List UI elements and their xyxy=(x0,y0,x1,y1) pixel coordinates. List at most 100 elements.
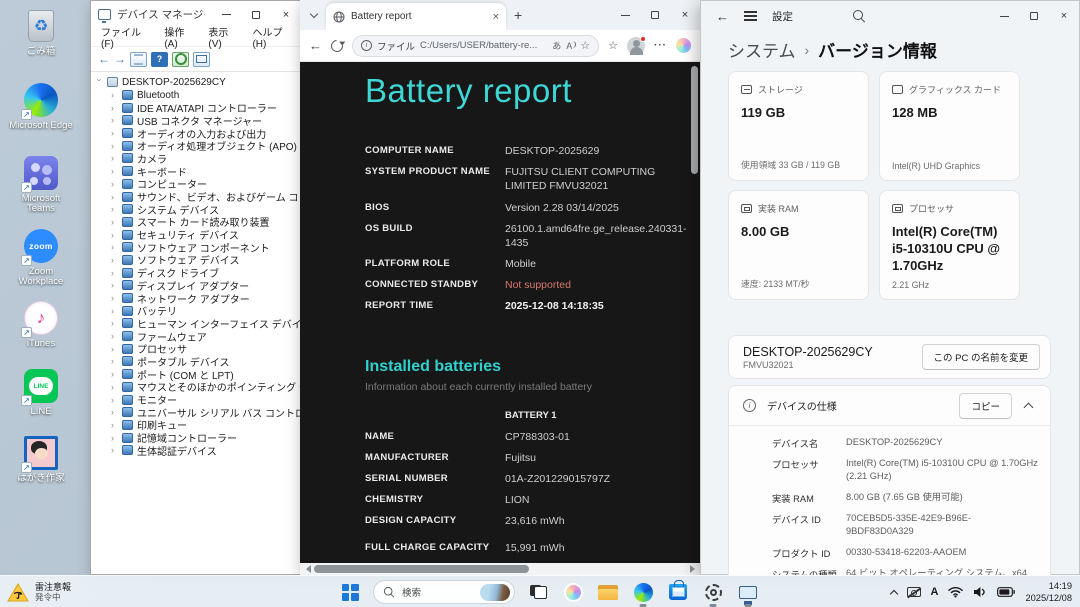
edge-button[interactable] xyxy=(631,580,655,604)
device-tree-item[interactable]: › コンピューター xyxy=(91,178,301,190)
chevron-collapsed-icon[interactable]: › xyxy=(111,115,118,125)
chevron-collapsed-icon[interactable]: › xyxy=(111,153,118,163)
scroll-left-icon[interactable] xyxy=(300,565,312,573)
device-tree-item[interactable]: › Bluetooth xyxy=(91,89,301,102)
chevron-collapsed-icon[interactable]: › xyxy=(111,128,118,138)
menu-help[interactable]: ヘルプ(H) xyxy=(247,22,301,52)
hidden-icons-chevron[interactable] xyxy=(889,589,898,598)
chevron-collapsed-icon[interactable]: › xyxy=(111,268,118,278)
browser-tab[interactable]: Battery report × xyxy=(326,3,506,30)
device-tree-item[interactable]: › セキュリティ デバイス xyxy=(91,228,301,241)
device-tree-item[interactable]: › システム デバイス xyxy=(91,203,301,216)
chevron-collapsed-icon[interactable]: › xyxy=(111,280,118,290)
menu-action[interactable]: 操作(A) xyxy=(159,22,202,52)
menu-file[interactable]: ファイル(F) xyxy=(96,22,158,52)
chevron-collapsed-icon[interactable]: › xyxy=(111,318,118,328)
scroll-right-icon[interactable] xyxy=(688,565,700,573)
device-tree-item[interactable]: › ディスク ドライブ xyxy=(91,266,301,279)
browser-menu-icon[interactable]: ··· xyxy=(654,40,667,51)
chevron-collapsed-icon[interactable]: › xyxy=(111,293,118,303)
device-tree-item[interactable]: › モニター xyxy=(91,393,301,406)
device-tree-item[interactable]: › カメラ xyxy=(91,152,301,165)
chevron-collapsed-icon[interactable]: › xyxy=(111,433,118,443)
vertical-scrollbar-thumb[interactable] xyxy=(691,66,698,174)
chevron-collapsed-icon[interactable]: › xyxy=(111,179,118,189)
chevron-up-icon[interactable] xyxy=(1023,402,1034,412)
volume-icon[interactable] xyxy=(973,586,987,598)
device-tree-item[interactable]: › サウンド、ビデオ、およびゲーム コントローラー xyxy=(91,190,301,203)
desktop-icon-photo-app[interactable]: ↗ はがき作家 xyxy=(8,435,74,484)
favorites-icon[interactable]: ☆ xyxy=(608,39,618,52)
back-icon[interactable]: ← xyxy=(309,38,322,53)
chevron-collapsed-icon[interactable]: › xyxy=(111,166,118,176)
desktop-icon-zoom[interactable]: zoom ↗ Zoom Workplace xyxy=(8,228,74,288)
task-view-button[interactable] xyxy=(526,580,550,604)
taskbar-search-box[interactable]: 検索 xyxy=(373,580,515,604)
close-button[interactable]: × xyxy=(1049,1,1079,31)
chevron-collapsed-icon[interactable]: › xyxy=(111,356,118,366)
device-specifications-header[interactable]: i デバイスの仕様 コピー xyxy=(729,386,1050,425)
back-icon[interactable]: ← xyxy=(716,9,729,24)
device-tree-item[interactable]: › プロセッサ xyxy=(91,342,301,355)
device-tree-item[interactable]: › オーディオの入力および出力 xyxy=(91,127,301,139)
microsoft-store-button[interactable] xyxy=(666,580,690,604)
translate-icon[interactable]: あ xyxy=(552,39,561,52)
chevron-collapsed-icon[interactable]: › xyxy=(111,103,118,113)
minimize-button[interactable] xyxy=(989,1,1019,31)
device-tree-item[interactable]: › ソフトウェア コンポーネント xyxy=(91,241,301,254)
profile-avatar[interactable] xyxy=(627,35,646,55)
address-bar[interactable]: i ファイル C:/Users/USER/battery-re... あ A ☆ xyxy=(352,34,600,57)
settings-button[interactable] xyxy=(701,580,725,604)
battery-icon[interactable] xyxy=(997,587,1016,597)
weather-widget[interactable]: 雷注意報 発令中 xyxy=(7,576,71,607)
maximize-button[interactable] xyxy=(640,0,670,30)
back-icon[interactable]: ← xyxy=(98,52,110,66)
copilot-button[interactable] xyxy=(561,580,585,604)
device-tree-item[interactable]: › ファームウェア xyxy=(91,330,301,342)
desktop-icon-recycle-bin[interactable]: ♻ ごみ箱 xyxy=(8,8,74,57)
refresh-icon[interactable] xyxy=(328,37,346,54)
new-tab-button[interactable]: + xyxy=(514,7,522,23)
device-tree-item[interactable]: › オーディオ処理オブジェクト (APO) xyxy=(91,139,301,152)
device-tree-root[interactable]: › DESKTOP-2025629CY xyxy=(91,76,301,89)
page-info-icon[interactable]: i xyxy=(361,40,372,51)
hamburger-menu-icon[interactable] xyxy=(744,11,757,21)
device-tree-item[interactable]: › ヒューマン インターフェイス デバイス xyxy=(91,317,301,330)
device-tree-item[interactable]: › 生体認証デバイス xyxy=(91,444,301,457)
scan-hardware-icon[interactable] xyxy=(172,51,189,67)
search-icon[interactable] xyxy=(853,9,866,23)
device-tree-item[interactable]: › キーボード xyxy=(91,165,301,178)
minimize-button[interactable] xyxy=(610,0,640,30)
camera-off-icon[interactable] xyxy=(906,587,921,597)
chevron-collapsed-icon[interactable]: › xyxy=(111,395,118,405)
device-tree-item[interactable]: › USB コネクタ マネージャー xyxy=(91,114,301,127)
device-tree-item[interactable]: › スマート カード読み取り装置 xyxy=(91,216,301,228)
read-aloud-icon[interactable]: A xyxy=(566,40,577,51)
device-tree-item[interactable]: › ポータブル デバイス xyxy=(91,355,301,368)
chevron-collapsed-icon[interactable]: › xyxy=(111,141,118,151)
ime-mode-indicator[interactable]: A xyxy=(931,586,939,598)
start-button[interactable] xyxy=(338,580,362,604)
taskbar-clock[interactable]: 14:19 2025/12/08 xyxy=(1025,580,1072,604)
rename-pc-button[interactable]: この PC の名前を変更 xyxy=(921,344,1040,370)
device-tree-item[interactable]: › 記憶域コントローラー xyxy=(91,431,301,444)
chevron-collapsed-icon[interactable]: › xyxy=(111,445,118,455)
chevron-collapsed-icon[interactable]: › xyxy=(111,331,118,341)
breadcrumb-system[interactable]: システム xyxy=(728,37,796,62)
chevron-collapsed-icon[interactable]: › xyxy=(111,242,118,252)
chevron-collapsed-icon[interactable]: › xyxy=(111,344,118,354)
forward-icon[interactable]: → xyxy=(114,52,126,66)
chevron-collapsed-icon[interactable]: › xyxy=(111,217,118,227)
device-tree-item[interactable]: › ソフトウェア デバイス xyxy=(91,254,301,266)
desktop-icon-line[interactable]: LINE ↗ LINE xyxy=(8,368,74,417)
chevron-collapsed-icon[interactable]: › xyxy=(111,369,118,379)
chevron-collapsed-icon[interactable]: › xyxy=(111,204,118,214)
horizontal-scrollbar[interactable] xyxy=(300,563,700,575)
menu-view[interactable]: 表示(V) xyxy=(203,22,246,52)
device-tree-item[interactable]: › IDE ATA/ATAPI コントローラー xyxy=(91,101,301,114)
maximize-button[interactable] xyxy=(1019,1,1049,31)
chevron-collapsed-icon[interactable]: › xyxy=(111,255,118,265)
device-tree-item[interactable]: › マウスとそのほかのポインティング デバイス xyxy=(91,381,301,393)
chevron-collapsed-icon[interactable]: › xyxy=(111,407,118,417)
properties-icon[interactable] xyxy=(130,51,147,67)
